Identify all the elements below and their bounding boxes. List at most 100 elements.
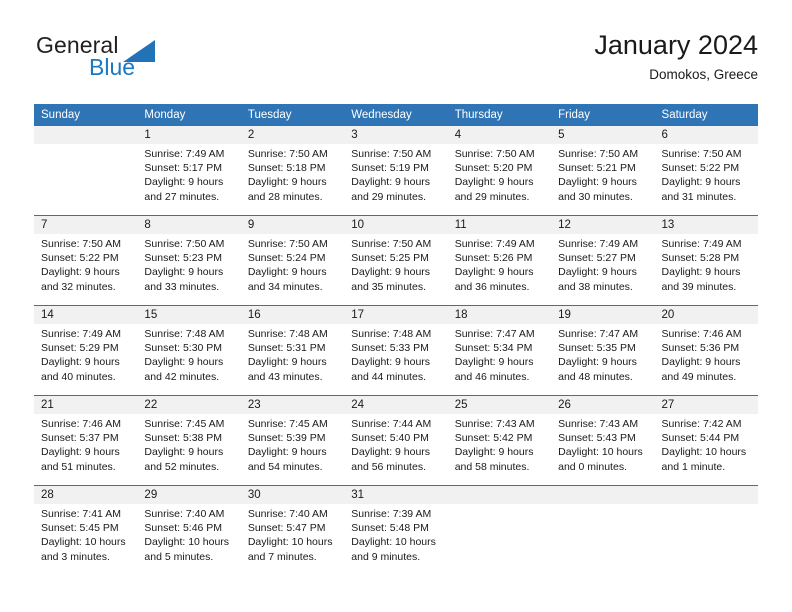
day-cell[interactable]: Sunrise: 7:49 AM Sunset: 5:26 PM Daylight:…: [448, 234, 551, 305]
daylight-text-1: Daylight: 9 hours: [558, 356, 637, 369]
day-cell[interactable]: Sunrise: 7:49 AM Sunset: 5:27 PM Daylight:…: [551, 234, 654, 305]
day-number[interactable]: 8: [137, 216, 240, 234]
day-cell[interactable]: Sunrise: 7:50 AM Sunset: 5:24 PM Daylight:…: [241, 234, 344, 305]
daylight-text-2: and 51 minutes.: [41, 460, 116, 473]
weekday-header-row: Sunday Monday Tuesday Wednesday Thursday Frid…: [34, 104, 758, 126]
sunrise-text: Sunrise: 7:40 AM: [247, 508, 328, 520]
day-detail-band: Sunrise: 7:49 AM Sunset: 5:29 PM Daylight:…: [34, 324, 758, 395]
day-cell[interactable]: Sunrise: 7:50 AM Sunset: 5:22 PM Daylight:…: [34, 234, 137, 305]
day-cell[interactable]: Sunrise: 7:42 AM Sunset: 5:44 PM Daylight:…: [655, 414, 758, 485]
sunset-text: Sunset: 5:24 PM: [247, 252, 326, 265]
day-cell[interactable]: Sunrise: 7:49 AM Sunset: 5:17 PM Daylight:…: [137, 144, 240, 215]
daylight-text-2: and 31 minutes.: [661, 190, 737, 203]
day-number[interactable]: 26: [551, 396, 654, 414]
day-cell[interactable]: Sunrise: 7:46 AM Sunset: 5:37 PM Daylight:…: [34, 414, 137, 485]
sunset-text: Sunset: 5:18 PM: [247, 162, 326, 175]
sunset-text: Sunset: 5:20 PM: [454, 162, 533, 175]
day-cell[interactable]: Sunrise: 7:43 AM Sunset: 5:43 PM Daylight:…: [551, 414, 654, 485]
daylight-text-2: and 7 minutes.: [247, 550, 317, 563]
day-cell[interactable]: Sunrise: 7:50 AM Sunset: 5:23 PM Daylight:…: [137, 234, 240, 305]
daylight-text-2: and 40 minutes.: [41, 370, 116, 383]
day-cell[interactable]: Sunrise: 7:40 AM Sunset: 5:47 PM Daylight:…: [241, 504, 344, 575]
day-number[interactable]: 5: [551, 126, 654, 144]
day-number-empty: [34, 126, 137, 144]
day-cell[interactable]: Sunrise: 7:49 AM Sunset: 5:28 PM Daylight:…: [655, 234, 758, 305]
day-detail-band: Sunrise: 7:41 AM Sunset: 5:45 PM Daylight:…: [34, 504, 758, 575]
sunrise-text: Sunrise: 7:49 AM: [144, 148, 225, 160]
day-cell[interactable]: Sunrise: 7:47 AM Sunset: 5:35 PM Daylight:…: [551, 324, 654, 395]
day-cell[interactable]: Sunrise: 7:50 AM Sunset: 5:18 PM Daylight:…: [241, 144, 344, 215]
day-number[interactable]: 21: [34, 396, 137, 414]
day-number[interactable]: 29: [137, 486, 240, 504]
weekday-header-saturday: Saturday: [661, 109, 708, 121]
day-cell[interactable]: Sunrise: 7:50 AM Sunset: 5:21 PM Daylight:…: [551, 144, 654, 215]
daylight-text-2: and 34 minutes.: [247, 280, 323, 293]
day-cell[interactable]: Sunrise: 7:39 AM Sunset: 5:48 PM Daylight:…: [344, 504, 447, 575]
daylight-text-2: and 5 minutes.: [144, 550, 214, 563]
sunrise-text: Sunrise: 7:50 AM: [558, 148, 639, 160]
day-number[interactable]: 13: [655, 216, 758, 234]
day-number[interactable]: 23: [241, 396, 344, 414]
day-number[interactable]: 28: [34, 486, 137, 504]
sunrise-text: Sunrise: 7:49 AM: [41, 328, 121, 340]
day-cell[interactable]: Sunrise: 7:50 AM Sunset: 5:25 PM Daylight:…: [344, 234, 447, 305]
sunrise-text: Sunrise: 7:46 AM: [661, 328, 742, 340]
day-number[interactable]: 18: [448, 306, 551, 324]
day-number-band: 14 15 16 17 18 19 20: [34, 306, 758, 324]
day-cell[interactable]: Sunrise: 7:50 AM Sunset: 5:22 PM Daylight:…: [655, 144, 758, 215]
day-number-band: 123456: [34, 126, 758, 144]
day-cell[interactable]: Sunrise: 7:46 AM Sunset: 5:36 PM Daylight:…: [655, 324, 758, 395]
day-cell[interactable]: Sunrise: 7:48 AM Sunset: 5:31 PM Daylight:…: [241, 324, 344, 395]
daylight-text-1: Daylight: 9 hours: [247, 446, 327, 459]
sunset-text: Sunset: 5:31 PM: [247, 342, 326, 355]
day-number[interactable]: 19: [551, 306, 654, 324]
day-number[interactable]: 10: [344, 216, 447, 234]
calendar-weeks: 1 2 3 4 5 6 Sunrise: 7:49 AM Sunset: 5:17 PM Day…: [34, 126, 758, 575]
day-cell[interactable]: Sunrise: 7:45 AM Sunset: 5:38 PM Daylight:…: [137, 414, 240, 485]
day-cell[interactable]: Sunrise: 7:47 AM Sunset: 5:34 PM Daylight:…: [448, 324, 551, 395]
daylight-text-1: Daylight: 9 hours: [661, 356, 741, 369]
day-number[interactable]: 25: [448, 396, 551, 414]
day-cell[interactable]: Sunrise: 7:45 AM Sunset: 5:39 PM Daylight:…: [241, 414, 344, 485]
day-detail-band: Sunrise: 7:50 AM Sunset: 5:22 PM Daylight:…: [34, 234, 758, 305]
day-cell[interactable]: Sunrise: 7:49 AM Sunset: 5:29 PM Daylight:…: [34, 324, 137, 395]
day-number[interactable]: 9: [241, 216, 344, 234]
day-number[interactable]: 27: [655, 396, 758, 414]
day-number[interactable]: 4: [448, 126, 551, 144]
brand-logo[interactable]: General Blue: [36, 32, 216, 88]
day-number[interactable]: 31: [344, 486, 447, 504]
day-number[interactable]: 24: [344, 396, 447, 414]
day-number[interactable]: 11: [448, 216, 551, 234]
day-number[interactable]: 17: [344, 306, 447, 324]
day-cell[interactable]: Sunrise: 7:43 AM Sunset: 5:42 PM Daylight:…: [448, 414, 551, 485]
day-cell[interactable]: Sunrise: 7:50 AM Sunset: 5:20 PM Daylight:…: [448, 144, 551, 215]
day-number[interactable]: 1: [137, 126, 240, 144]
sunrise-text: Sunrise: 7:50 AM: [661, 148, 742, 160]
day-number[interactable]: 30: [241, 486, 344, 504]
day-cell[interactable]: Sunrise: 7:44 AM Sunset: 5:40 PM Daylight:…: [344, 414, 447, 485]
day-cell[interactable]: Sunrise: 7:48 AM Sunset: 5:33 PM Daylight:…: [344, 324, 447, 395]
day-number[interactable]: 6: [655, 126, 758, 144]
day-number[interactable]: 20: [655, 306, 758, 324]
day-number[interactable]: 15: [137, 306, 240, 324]
day-number[interactable]: 3: [344, 126, 447, 144]
day-cell[interactable]: Sunrise: 7:48 AM Sunset: 5:30 PM Daylight:…: [137, 324, 240, 395]
day-number[interactable]: 2: [241, 126, 344, 144]
day-cell[interactable]: Sunrise: 7:40 AM Sunset: 5:46 PM Daylight:…: [137, 504, 240, 575]
daylight-text-1: Daylight: 9 hours: [351, 266, 431, 279]
day-number[interactable]: 14: [34, 306, 137, 324]
day-number[interactable]: 22: [137, 396, 240, 414]
daylight-text-1: Daylight: 9 hours: [144, 176, 224, 189]
day-number-empty: [655, 486, 758, 504]
sunset-text: Sunset: 5:34 PM: [454, 342, 533, 355]
daylight-text-2: and 43 minutes.: [247, 370, 323, 383]
day-number[interactable]: 7: [34, 216, 137, 234]
sunset-text: Sunset: 5:44 PM: [661, 432, 740, 445]
sunrise-text: Sunrise: 7:46 AM: [41, 418, 121, 430]
day-cell[interactable]: Sunrise: 7:41 AM Sunset: 5:45 PM Daylight:…: [34, 504, 137, 575]
sunset-text: Sunset: 5:40 PM: [351, 432, 429, 445]
sunrise-text: Sunrise: 7:50 AM: [454, 148, 535, 160]
day-cell[interactable]: Sunrise: 7:50 AM Sunset: 5:19 PM Daylight:…: [344, 144, 447, 215]
day-number[interactable]: 12: [551, 216, 654, 234]
day-number[interactable]: 16: [241, 306, 344, 324]
